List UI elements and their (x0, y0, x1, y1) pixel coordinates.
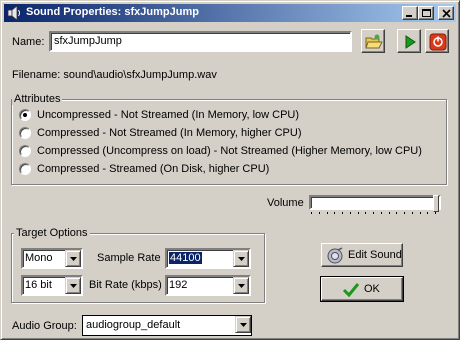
bit-depth-select[interactable]: 16 bit (21, 275, 83, 296)
volume-tick (404, 212, 405, 214)
edit-sound-label: Edit Sound (348, 249, 402, 261)
dropdown-arrow[interactable] (65, 250, 81, 267)
audio-group-label: Audio Group: (12, 320, 77, 332)
volume-label: Volume (267, 197, 304, 209)
radio-button[interactable] (19, 163, 31, 175)
attribute-option-uncompressed[interactable]: Uncompressed - Not Streamed (In Memory, … (19, 108, 419, 124)
folder-open-icon (365, 34, 383, 49)
volume-tick (420, 212, 421, 214)
title-bar[interactable]: Sound Properties: sfxJumpJump (4, 4, 456, 22)
chevron-down-icon (238, 284, 245, 288)
volume-tick (319, 212, 320, 214)
volume-tick (358, 212, 359, 214)
filename-text: Filename: sound\audio\sfxJumpJump.wav (12, 69, 217, 81)
volume-tick (311, 212, 312, 214)
dropdown-arrow[interactable] (65, 277, 81, 294)
volume-tick (396, 212, 397, 214)
volume-tick (365, 212, 366, 214)
minimize-icon (406, 15, 412, 17)
volume-tick (327, 212, 328, 214)
attribute-option-label: Compressed - Not Streamed (In Memory, hi… (37, 127, 302, 139)
volume-tick (389, 212, 390, 214)
channels-select[interactable]: Mono (21, 248, 83, 269)
name-label: Name: (12, 36, 45, 48)
name-field[interactable]: sfxJumpJump (49, 31, 352, 52)
chevron-down-icon (70, 257, 77, 261)
speaker-icon (6, 5, 22, 21)
sample-rate-label: Sample Rate (97, 252, 161, 264)
sample-rate-value: 44100 (169, 252, 202, 264)
chevron-down-icon (70, 284, 77, 288)
channels-value: Mono (25, 252, 53, 264)
ok-label: OK (364, 283, 380, 295)
bit-depth-value: 16 bit (25, 279, 52, 291)
volume-tick (342, 212, 343, 214)
volume-tick (381, 212, 382, 214)
bit-rate-label: Bit Rate (kbps) (89, 279, 162, 291)
dropdown-arrow[interactable] (233, 250, 249, 267)
close-button[interactable] (438, 6, 454, 20)
volume-slider-thumb[interactable] (433, 195, 439, 212)
radio-button[interactable] (19, 145, 31, 157)
minimize-button[interactable] (402, 6, 418, 20)
maximize-button[interactable] (418, 6, 434, 20)
sound-properties-window: Sound Properties: sfxJumpJump Name: sfxJ… (0, 0, 460, 340)
chevron-down-icon (240, 323, 247, 327)
attribute-option-label: Compressed (Uncompress on load) - Not St… (37, 145, 422, 157)
attribute-option-compressed[interactable]: Compressed - Not Streamed (In Memory, hi… (19, 126, 419, 142)
speaker-edit-icon (327, 247, 343, 264)
dropdown-arrow[interactable] (233, 277, 249, 294)
window-title: Sound Properties: sfxJumpJump (26, 6, 199, 18)
attribute-option-uncompress-on-load[interactable]: Compressed (Uncompress on load) - Not St… (19, 144, 439, 160)
audio-group-select[interactable]: audiogroup_default (82, 315, 252, 336)
checkmark-icon (342, 283, 360, 298)
volume-tick (435, 212, 436, 214)
volume-ticks (311, 212, 436, 214)
play-icon (405, 35, 416, 49)
volume-tick (427, 212, 428, 214)
dropdown-arrow[interactable] (235, 316, 251, 333)
attribute-option-label: Compressed - Streamed (On Disk, higher C… (37, 163, 270, 175)
bit-rate-select[interactable]: 192 (165, 275, 251, 296)
stop-icon (429, 33, 447, 51)
volume-tick (373, 212, 374, 214)
close-icon (442, 9, 451, 18)
attribute-option-streamed[interactable]: Compressed - Streamed (On Disk, higher C… (19, 162, 419, 178)
chevron-down-icon (238, 257, 245, 261)
target-options-group-title: Target Options (14, 227, 90, 239)
edit-sound-button[interactable]: Edit Sound (321, 243, 403, 267)
volume-slider[interactable] (309, 195, 441, 212)
load-sound-button[interactable] (361, 29, 385, 53)
sample-rate-select[interactable]: 44100 (165, 248, 251, 269)
attribute-option-label: Uncompressed - Not Streamed (In Memory, … (37, 109, 300, 121)
play-button[interactable] (397, 29, 421, 53)
attributes-group-title: Attributes (12, 93, 63, 105)
volume-tick (334, 212, 335, 214)
audio-group-value: audiogroup_default (86, 319, 181, 331)
radio-button[interactable] (19, 109, 31, 121)
ok-button[interactable]: OK (320, 276, 404, 302)
radio-button[interactable] (19, 127, 31, 139)
stop-button[interactable] (425, 29, 449, 53)
bit-rate-value: 192 (169, 279, 188, 291)
volume-tick (350, 212, 351, 214)
maximize-icon (422, 9, 431, 17)
volume-tick (412, 212, 413, 214)
